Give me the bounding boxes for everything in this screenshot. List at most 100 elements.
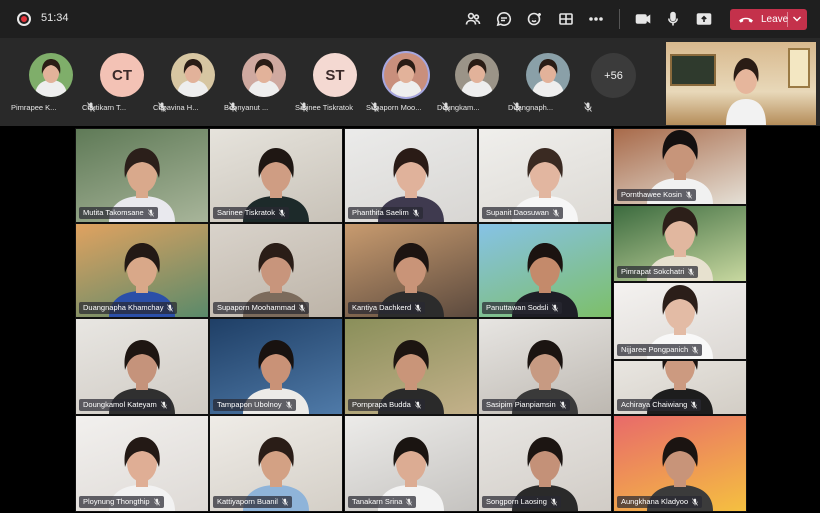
meeting-toolbar: 51:34 Leave	[0, 0, 820, 38]
participant-name: Songporn Laosing	[486, 497, 547, 506]
reactions-button[interactable]	[525, 9, 545, 29]
more-options-icon	[589, 17, 603, 21]
participants-button[interactable]	[463, 9, 483, 29]
participant-video-tile[interactable]: Pornthawee Kosin	[613, 128, 747, 205]
mic-muted-icon	[692, 498, 699, 506]
participant-video-tile[interactable]: Pimrapat Sokchatri	[613, 205, 747, 282]
roster-participant[interactable]: ST Sarinee Tiskratok	[295, 53, 379, 115]
roster-participant-name: Pimrapee K...	[11, 103, 57, 112]
chat-button[interactable]	[494, 9, 514, 29]
participant-name: Mutita Takomsane	[83, 208, 144, 217]
participant-video-tile[interactable]: Achiraya Chaiwiang	[613, 360, 747, 415]
participant-name-label: Pornthawee Kosin	[617, 189, 696, 201]
video-grid: Mutita Takomsane Sarinee Tiskratok Phanthi…	[75, 128, 747, 512]
participant-video-tile[interactable]: Nijjaree Pongpanich	[613, 282, 747, 360]
mic-muted-icon	[415, 304, 422, 312]
roster-participant[interactable]: CT Chutikarn T...	[82, 53, 166, 115]
rooms-button[interactable]	[556, 9, 576, 29]
avatar	[455, 53, 499, 97]
more-options-button[interactable]	[586, 9, 606, 29]
participant-video-tile[interactable]: Ploynung Thongthip	[75, 415, 209, 512]
mic-muted-icon	[692, 346, 699, 354]
participant-video-tile[interactable]: Duangnapha Khamchay	[75, 223, 209, 318]
participant-name-label: Tanakarn Srina	[348, 496, 417, 508]
participant-name: Kantiya Dachkerd	[352, 303, 412, 312]
leave-button[interactable]: Leave	[730, 9, 807, 30]
share-button[interactable]	[694, 9, 714, 29]
participant-name: Pornthawee Kosin	[621, 190, 682, 199]
mic-muted-icon	[412, 209, 419, 217]
meeting-timer: 51:34	[41, 12, 69, 24]
roster-participant[interactable]: Pimrapee K...	[11, 53, 95, 115]
participant-name: Achiraya Chaiwiang	[621, 400, 688, 409]
mic-button[interactable]	[663, 9, 683, 29]
avatar	[242, 53, 286, 97]
mic-muted-icon	[167, 304, 174, 312]
self-person	[726, 58, 766, 125]
mic-muted-icon	[414, 401, 421, 409]
rooms-icon	[559, 13, 573, 25]
participant-video-tile[interactable]: Doungkamol Kateyam	[75, 318, 209, 415]
recording-indicator-icon	[17, 12, 31, 26]
mic-muted-icon	[299, 304, 306, 312]
mic-muted-icon	[553, 209, 559, 217]
mic-muted-icon	[406, 498, 413, 506]
participant-name: Sarinee Tiskratok	[217, 208, 275, 217]
classroom-window	[788, 48, 810, 88]
participant-video-tile[interactable]: Tampapon Ubolnoy	[209, 318, 343, 415]
toolbar-divider	[619, 9, 620, 29]
participant-video-tile[interactable]: Mutita Takomsane	[75, 128, 209, 223]
participant-video-tile[interactable]: Phanthita Saelim	[344, 128, 478, 223]
avatar	[29, 53, 73, 97]
participant-video-tile[interactable]: Songporn Laosing	[478, 415, 612, 512]
mic-muted-icon	[153, 498, 160, 506]
mic-muted-icon	[160, 401, 167, 409]
participant-video-tile[interactable]: Sasipim Pianpiamsin	[478, 318, 612, 415]
avatar: ST	[313, 53, 357, 97]
leave-label: Leave	[761, 14, 789, 25]
roster-participant[interactable]: Boonyanut ...	[224, 53, 308, 115]
participant-video-tile[interactable]: Kattiyaporn Buanil	[209, 415, 343, 512]
roster-participant[interactable]: Duangnaph...	[508, 53, 592, 115]
participant-video-tile[interactable]: Kantiya Dachkerd	[344, 223, 478, 318]
participant-name-label: Supaporn Moohammad	[213, 302, 310, 314]
self-view-video[interactable]	[666, 42, 816, 125]
roster-participant[interactable]: Supaporn Moo...	[366, 53, 450, 115]
participant-video-tile[interactable]: Panuttawan Sodsli	[478, 223, 612, 318]
hang-up-icon	[739, 17, 753, 23]
classroom-board	[670, 54, 716, 86]
roster-participant[interactable]: Chpavina H...	[153, 53, 237, 115]
participant-video-tile[interactable]: Supanit Daosuwan	[478, 128, 612, 223]
participant-name: Sasipim Pianpiamsin	[486, 400, 556, 409]
participant-video-tile[interactable]: Tanakarn Srina	[344, 415, 478, 512]
mic-muted-icon	[147, 209, 154, 217]
mic-muted-icon	[688, 268, 695, 276]
participant-name: Pimrapat Sokchatri	[621, 267, 685, 276]
participant-name: Pornprapa Budda	[352, 400, 411, 409]
camera-button[interactable]	[633, 9, 653, 29]
roster-participant[interactable]: Doungkam...	[437, 53, 521, 115]
participant-video-tile[interactable]: Pornprapa Budda	[344, 318, 478, 415]
participant-name-label: Tampapon Ubolnoy	[213, 399, 296, 411]
participant-video-tile[interactable]: Supaporn Moohammad	[209, 223, 343, 318]
participant-name: Supanit Daosuwan	[486, 208, 549, 217]
participant-name-label: Phanthita Saelim	[348, 207, 423, 219]
more-participants-button[interactable]: +56	[591, 53, 636, 98]
mic-muted-icon	[281, 498, 288, 506]
share-icon	[696, 13, 712, 25]
roster-participant-name: Sarinee Tiskratok	[295, 103, 353, 112]
participant-name-label: Sarinee Tiskratok	[213, 207, 289, 219]
participant-name: Phanthita Saelim	[352, 208, 409, 217]
roster-participant-name: Doungkam...	[437, 103, 480, 112]
roster-participant-name: Chutikarn T...	[82, 103, 127, 112]
chevron-down-icon[interactable]	[792, 15, 802, 23]
mic-muted-icon	[685, 191, 692, 199]
participant-name: Aungkhana Kladyoo	[621, 497, 689, 506]
avatar: CT	[100, 53, 144, 97]
participant-video-tile[interactable]: Aungkhana Kladyoo	[613, 415, 747, 512]
participant-name: Doungkamol Kateyam	[83, 400, 157, 409]
participant-video-tile[interactable]: Sarinee Tiskratok	[209, 128, 343, 223]
participant-name: Duangnapha Khamchay	[83, 303, 164, 312]
reactions-icon	[527, 12, 541, 26]
participant-name-label: Kantiya Dachkerd	[348, 302, 426, 314]
